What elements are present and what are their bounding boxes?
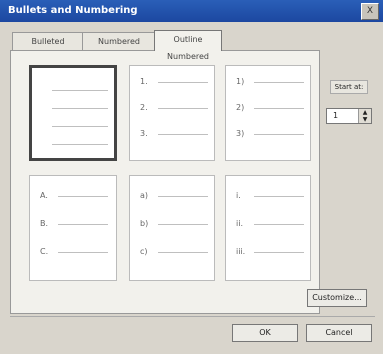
preset-line (52, 90, 108, 91)
preset-line (158, 134, 208, 135)
preset-line (158, 224, 208, 225)
divider (10, 316, 375, 317)
preset-line (254, 82, 304, 83)
preset-line (58, 252, 108, 253)
preset-line (158, 252, 208, 253)
preset-line (254, 196, 304, 197)
preset-line (52, 144, 108, 145)
marker: a) (140, 191, 149, 200)
close-button[interactable]: X (361, 3, 379, 20)
marker: iii. (236, 247, 246, 256)
marker: A. (40, 191, 48, 200)
preset-line (52, 108, 108, 109)
ok-button[interactable]: OK (232, 324, 298, 342)
preset-numbered-5[interactable]: i. ii. iii. (225, 175, 311, 281)
start-at-label: Start at: (330, 80, 368, 94)
preset-line (254, 134, 304, 135)
window-title: Bullets and Numbering (8, 5, 138, 16)
preset-numbered-2[interactable]: 1) 2) 3) (225, 65, 311, 161)
preset-numbered-3[interactable]: A. B. C. (29, 175, 117, 281)
preset-line (254, 224, 304, 225)
marker: 2. (140, 103, 148, 112)
marker: i. (236, 191, 241, 200)
marker: 2) (236, 103, 245, 112)
chevron-down-icon[interactable]: ▼ (359, 116, 371, 123)
spinner-buttons[interactable]: ▲ ▼ (358, 109, 371, 123)
tab-panel: 1. 2. 3. 1) 2) 3) A. B. C. a) b) c) i. i… (10, 50, 367, 314)
marker: 1) (236, 77, 245, 86)
tab-numbered[interactable]: Numbered (82, 32, 156, 50)
preset-line (158, 196, 208, 197)
marker: C. (40, 247, 49, 256)
preset-line (158, 108, 208, 109)
preset-none[interactable] (29, 65, 117, 161)
cancel-button[interactable]: Cancel (306, 324, 372, 342)
start-at-spinner[interactable]: 1 ▲ ▼ (326, 108, 372, 124)
marker: B. (40, 219, 49, 228)
preset-line (254, 108, 304, 109)
preset-line (58, 196, 108, 197)
marker: ii. (236, 219, 243, 228)
tab-outline-numbered[interactable]: Outline Numbered (154, 30, 222, 61)
preset-line (52, 126, 108, 127)
chevron-up-icon[interactable]: ▲ (359, 109, 371, 116)
marker: c) (140, 247, 148, 256)
tab-bulleted[interactable]: Bulleted (12, 32, 84, 50)
preset-numbered-4[interactable]: a) b) c) (129, 175, 215, 281)
preset-numbered-1[interactable]: 1. 2. 3. (129, 65, 215, 161)
preset-line (254, 252, 304, 253)
preset-line (58, 224, 108, 225)
marker: 3. (140, 129, 148, 138)
close-icon: X (366, 6, 374, 16)
title-bar: Bullets and Numbering X (0, 0, 383, 22)
start-at-value: 1 (333, 111, 339, 120)
marker: 3) (236, 129, 245, 138)
preset-line (158, 82, 208, 83)
marker: b) (140, 219, 149, 228)
customize-button[interactable]: Customize... (307, 289, 367, 307)
marker: 1. (140, 77, 148, 86)
